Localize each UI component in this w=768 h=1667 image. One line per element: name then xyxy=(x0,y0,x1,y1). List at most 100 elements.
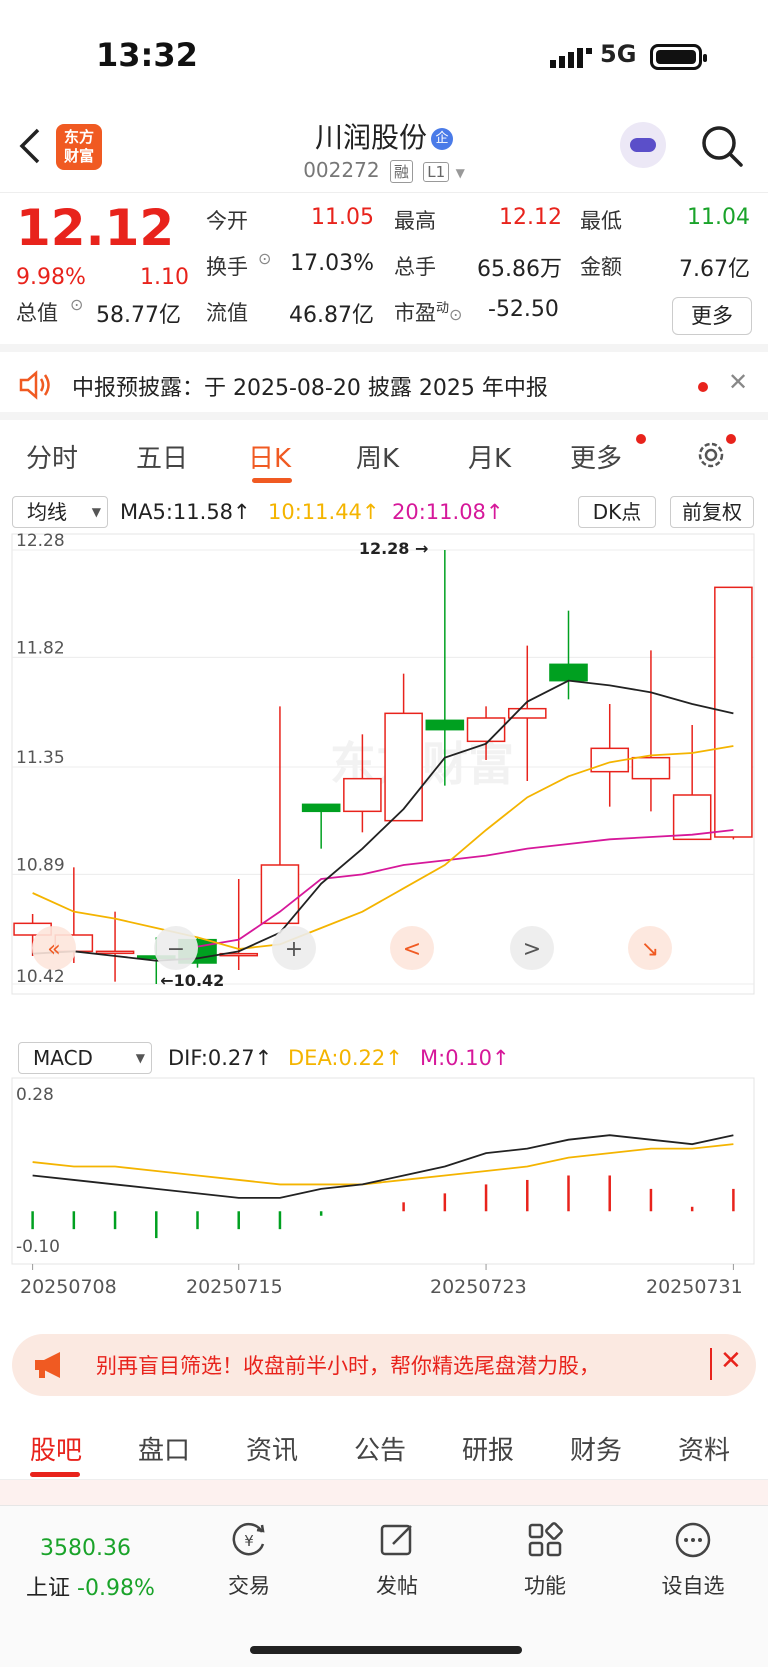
change-percent: 9.98% xyxy=(16,265,86,290)
promo-text: 别再盲目筛选！收盘前半小时，帮你精选尾盘潜力股， xyxy=(96,1354,600,1378)
tab-monthly-k[interactable]: 月K xyxy=(468,438,511,475)
promo-banner[interactable]: 别再盲目筛选！收盘前半小时，帮你精选尾盘潜力股， ✕ xyxy=(12,1334,756,1396)
settings-gear-icon[interactable] xyxy=(694,438,728,472)
chart-toolbar: 均线 ▼ MA5:11.58↑ 10:11.44↑ 20:11.08↑ DK点 前… xyxy=(0,492,768,532)
open-value: 11.05 xyxy=(311,205,374,230)
macd-chart[interactable]: 0.28 -0.10 xyxy=(0,1076,768,1272)
candle-body xyxy=(549,663,588,682)
candle-body xyxy=(343,777,382,813)
macd-y-label: -0.10 xyxy=(16,1237,60,1257)
turnover-label: 换手 xyxy=(206,255,248,279)
level-tag: L1 xyxy=(423,162,450,182)
change-amount: 1.10 xyxy=(140,265,189,290)
index-row[interactable]: 上证 -0.98% xyxy=(26,1570,155,1602)
edit-icon xyxy=(380,1524,412,1556)
stock-header: 东方 财富 川润股份企 002272 融 L1 ▼ xyxy=(0,110,768,192)
dif-readout: DIF:0.27↑ xyxy=(168,1046,273,1070)
dk-point-button[interactable]: DK点 xyxy=(578,496,656,528)
index-value[interactable]: 3580.36 xyxy=(40,1536,131,1561)
info-icon[interactable]: ⊙ xyxy=(70,295,83,314)
info-icon[interactable]: ⊙ xyxy=(449,305,462,324)
float-value: 46.87亿 xyxy=(289,303,374,328)
tab-five-day[interactable]: 五日 xyxy=(136,438,188,475)
stock-name: 川润股份 xyxy=(314,121,427,154)
quote-panel: 12.12 9.98% 1.10 今开 11.05 最高 12.12 最低 11… xyxy=(0,192,768,352)
search-icon[interactable] xyxy=(700,124,744,168)
low-value: 11.04 xyxy=(687,205,750,230)
tab-research[interactable]: 研报 xyxy=(462,1430,514,1467)
add-watchlist-button[interactable]: 设自选 xyxy=(648,1520,738,1600)
candle-body xyxy=(301,803,341,813)
tab-more[interactable]: 更多 xyxy=(570,438,622,475)
tab-profile[interactable]: 资料 xyxy=(678,1430,730,1467)
tab-announcements[interactable]: 公告 xyxy=(354,1430,406,1467)
more-button[interactable]: 更多 xyxy=(672,297,752,335)
adjust-button[interactable]: 前复权 xyxy=(670,496,754,528)
clock: 13:32 xyxy=(96,36,198,74)
stock-code: 002272 xyxy=(303,158,380,182)
bottom-toolbar: 3580.36 上证 -0.98% ¥ 交易 发帖 功能 设自选 xyxy=(0,1505,768,1667)
high-label: 最高 xyxy=(394,209,436,233)
last-price: 12.12 xyxy=(16,199,175,257)
tab-finance[interactable]: 财务 xyxy=(570,1430,622,1467)
unread-dot xyxy=(698,382,708,392)
candle-body xyxy=(260,864,300,925)
open-label: 今开 xyxy=(206,209,248,233)
announcement-text: 中报预披露：于 2025-08-20 披露 2025 年中报 xyxy=(72,376,548,401)
expand-button-glyph[interactable]: ↘ xyxy=(641,937,659,962)
tab-pankou[interactable]: 盘口 xyxy=(138,1430,190,1467)
trade-button[interactable]: ¥ 交易 xyxy=(204,1520,294,1600)
mktcap-label: 总值 xyxy=(16,301,58,325)
date-label: 20250708 xyxy=(20,1276,117,1298)
dropdown-icon[interactable]: ▼ xyxy=(456,166,465,180)
macd-y-label: 0.28 xyxy=(16,1085,54,1105)
candlestick-chart[interactable]: 12.2811.8211.3510.8910.42东方财富12.28 →←10.… xyxy=(0,532,768,1040)
battery-icon xyxy=(650,44,707,70)
speaker-icon xyxy=(19,370,50,400)
macd-toolbar: MACD ▼ DIF:0.27↑ DEA:0.22↑ M:0.10↑ xyxy=(0,1040,768,1076)
announcement-bar[interactable]: 中报预披露：于 2025-08-20 披露 2025 年中报 ✕ xyxy=(0,352,768,420)
candle-body xyxy=(425,719,465,731)
close-icon[interactable]: ✕ xyxy=(720,1346,742,1376)
enterprise-badge: 企 xyxy=(431,128,453,150)
tab-intraday[interactable]: 分时 xyxy=(26,438,78,475)
yen-cycle-icon: ¥ xyxy=(232,1522,265,1556)
next-button-glyph[interactable]: > xyxy=(523,937,541,962)
active-tab-indicator xyxy=(30,1472,80,1477)
date-axis: 20250708 20250715 20250723 20250731 xyxy=(0,1276,768,1306)
ma5-line xyxy=(32,679,734,962)
megaphone-icon xyxy=(35,1352,60,1378)
network-label: 5G xyxy=(600,40,637,68)
divider xyxy=(710,1348,712,1380)
assistant-robot-icon[interactable] xyxy=(620,122,666,168)
info-icon[interactable]: ⊙ xyxy=(258,249,271,268)
functions-button[interactable]: 功能 xyxy=(500,1520,590,1600)
svg-text:¥: ¥ xyxy=(244,1532,254,1550)
date-label: 20250731 xyxy=(646,1276,743,1298)
dea-line xyxy=(32,1143,734,1186)
min-price-annotation: ←10.42 xyxy=(160,971,224,990)
scroll-left-button-glyph[interactable]: « xyxy=(47,937,60,962)
caret-down-icon: ▼ xyxy=(91,505,101,519)
active-tab-indicator xyxy=(252,478,292,483)
zoom-out-button-glyph[interactable]: − xyxy=(167,937,185,962)
y-axis-label: 11.35 xyxy=(16,748,65,768)
date-label: 20250723 xyxy=(430,1276,527,1298)
close-icon[interactable]: ✕ xyxy=(728,368,748,396)
turnover-value: 17.03% xyxy=(290,251,374,276)
zoom-in-button-glyph[interactable]: + xyxy=(285,937,303,962)
indicator-select[interactable]: 均线 ▼ xyxy=(12,496,108,528)
post-button[interactable]: 发帖 xyxy=(352,1520,442,1600)
tab-news[interactable]: 资讯 xyxy=(246,1430,298,1467)
prev-button-glyph[interactable]: < xyxy=(403,937,421,962)
tab-guba[interactable]: 股吧 xyxy=(30,1430,82,1467)
y-axis-label: 10.89 xyxy=(16,855,65,875)
new-dot xyxy=(636,434,646,444)
tab-daily-k[interactable]: 日K xyxy=(248,438,291,475)
macd-select[interactable]: MACD ▼ xyxy=(18,1042,152,1074)
high-value: 12.12 xyxy=(499,205,562,230)
mktcap-value: 58.77亿 xyxy=(96,303,181,328)
tab-weekly-k[interactable]: 周K xyxy=(356,438,399,475)
ma20-readout: 20:11.08↑ xyxy=(392,500,504,524)
period-tabs: 分时 五日 日K 周K 月K 更多 xyxy=(0,420,768,492)
